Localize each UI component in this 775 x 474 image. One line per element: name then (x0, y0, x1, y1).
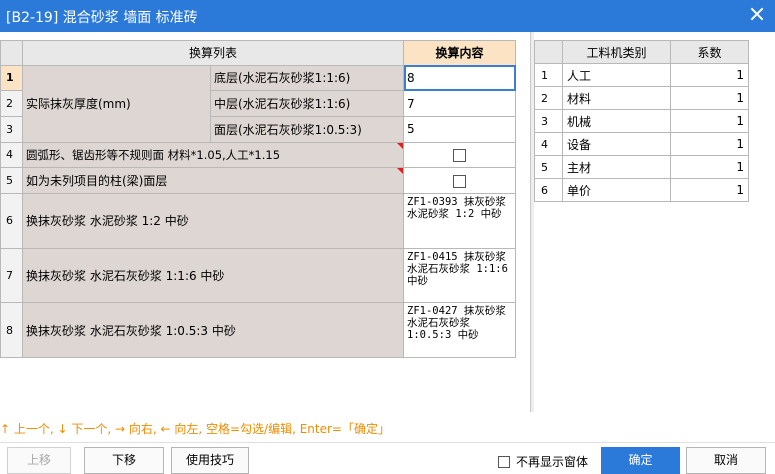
coefficient-cell[interactable]: 1 (670, 63, 749, 87)
footer-divider (0, 442, 775, 443)
header-coefficient: 系数 (670, 40, 749, 64)
ok-button[interactable]: 确定 (601, 447, 680, 474)
base-layer-input[interactable]: 8 (403, 64, 517, 92)
mortar-replace-label: 换抹灰砂浆 水泥石灰砂浆 1:1:6 中砂 (21, 247, 405, 304)
irregular-surface-label: 圆弧形、锯齿形等不规则面 材料*1.05,人工*1.15 (21, 141, 405, 169)
sub-label-surface-layer: 面层(水泥石灰砂浆1:0.5:3) (209, 115, 405, 143)
title-bar: [B2-19] 混合砂浆 墙面 标准砖 (0, 0, 775, 32)
category-cell: 机械 (562, 109, 671, 133)
row-number[interactable]: 3 (0, 115, 23, 143)
surface-layer-input[interactable]: 5 (403, 115, 517, 143)
usage-tips-button[interactable]: 使用技巧 (171, 447, 249, 474)
coefficient-cell[interactable]: 1 (670, 155, 749, 179)
dont-show-label: 不再显示窗体 (516, 455, 589, 469)
row-number[interactable]: 6 (0, 192, 23, 249)
header-conversion-list: 换算列表 (21, 40, 405, 66)
mortar-replace-code[interactable]: ZF1-0427 抹灰砂浆 水泥石灰砂浆 1:0.5:3 中砂 (403, 302, 517, 358)
keyboard-hint: ↑ 上一个, ↓ 下一个, → 向右, ← 向左, 空格=勾选/编辑, Ente… (0, 422, 390, 436)
irregular-surface-checkbox[interactable] (453, 148, 467, 162)
row-number[interactable]: 1 (0, 64, 23, 92)
row-number[interactable]: 6 (534, 178, 563, 202)
coefficient-cell[interactable]: 1 (670, 86, 749, 110)
row-number[interactable]: 8 (0, 302, 23, 358)
mortar-replace-label: 换抹灰砂浆 水泥石灰砂浆 1:0.5:3 中砂 (21, 302, 405, 358)
move-down-button[interactable]: 下移 (84, 447, 164, 474)
row-number[interactable]: 5 (0, 167, 23, 194)
move-up-button[interactable]: 上移 (7, 447, 71, 474)
close-icon[interactable] (748, 5, 766, 23)
sub-label-middle-layer: 中层(水泥石灰砂浆1:1:6) (209, 90, 405, 117)
row-number[interactable]: 3 (534, 109, 563, 133)
row-number[interactable]: 5 (534, 155, 563, 179)
cancel-button[interactable]: 取消 (686, 447, 766, 474)
coefficient-table: 工料机类别 系数 1 人工 1 2 材料 1 3 机械 1 4 设备 1 5 主… (534, 40, 749, 202)
dont-show-again[interactable]: 不再显示窗体 (498, 453, 588, 470)
header-conversion-content: 换算内容 (403, 40, 517, 66)
conversion-table: 换算列表 换算内容 1 实际抹灰厚度(mm) 底层(水泥石灰砂浆1:1:6) 8… (0, 40, 517, 358)
category-cell: 材料 (562, 86, 671, 110)
row-number[interactable]: 7 (0, 247, 23, 304)
row-number[interactable]: 4 (534, 132, 563, 156)
mortar-replace-label: 换抹灰砂浆 水泥砂浆 1:2 中砂 (21, 192, 405, 249)
category-cell: 主材 (562, 155, 671, 179)
coefficient-cell[interactable]: 1 (670, 132, 749, 156)
mortar-replace-code[interactable]: ZF1-0393 抹灰砂浆 水泥砂浆 1:2 中砂 (403, 192, 517, 249)
dialog-content: 换算列表 换算内容 1 实际抹灰厚度(mm) 底层(水泥石灰砂浆1:1:6) 8… (0, 32, 775, 412)
sub-label-base-layer: 底层(水泥石灰砂浆1:1:6) (209, 64, 405, 92)
category-cell: 人工 (562, 63, 671, 87)
category-cell: 单价 (562, 178, 671, 202)
row-number[interactable]: 1 (534, 63, 563, 87)
row-number[interactable]: 2 (0, 90, 23, 117)
mortar-replace-code[interactable]: ZF1-0415 抹灰砂浆 水泥石灰砂浆 1:1:6 中砂 (403, 247, 517, 304)
irregular-surface-cell (403, 141, 517, 169)
group-label-thickness: 实际抹灰厚度(mm) (22, 64, 211, 143)
column-beam-label: 如为未列项目的柱(梁)面层 (21, 167, 405, 194)
coefficient-cell[interactable]: 1 (670, 109, 749, 133)
header-category: 工料机类别 (562, 40, 671, 64)
corner-cell (0, 40, 23, 66)
row-number[interactable]: 4 (0, 141, 23, 169)
category-cell: 设备 (562, 132, 671, 156)
column-beam-checkbox[interactable] (453, 174, 467, 188)
corner-cell (534, 40, 563, 64)
row-number[interactable]: 2 (534, 86, 563, 110)
window-title: [B2-19] 混合砂浆 墙面 标准砖 (6, 10, 198, 26)
dont-show-checkbox[interactable] (498, 456, 510, 468)
column-beam-cell (403, 167, 517, 194)
coefficient-cell[interactable]: 1 (670, 178, 749, 202)
middle-layer-input[interactable]: 7 (403, 90, 517, 117)
